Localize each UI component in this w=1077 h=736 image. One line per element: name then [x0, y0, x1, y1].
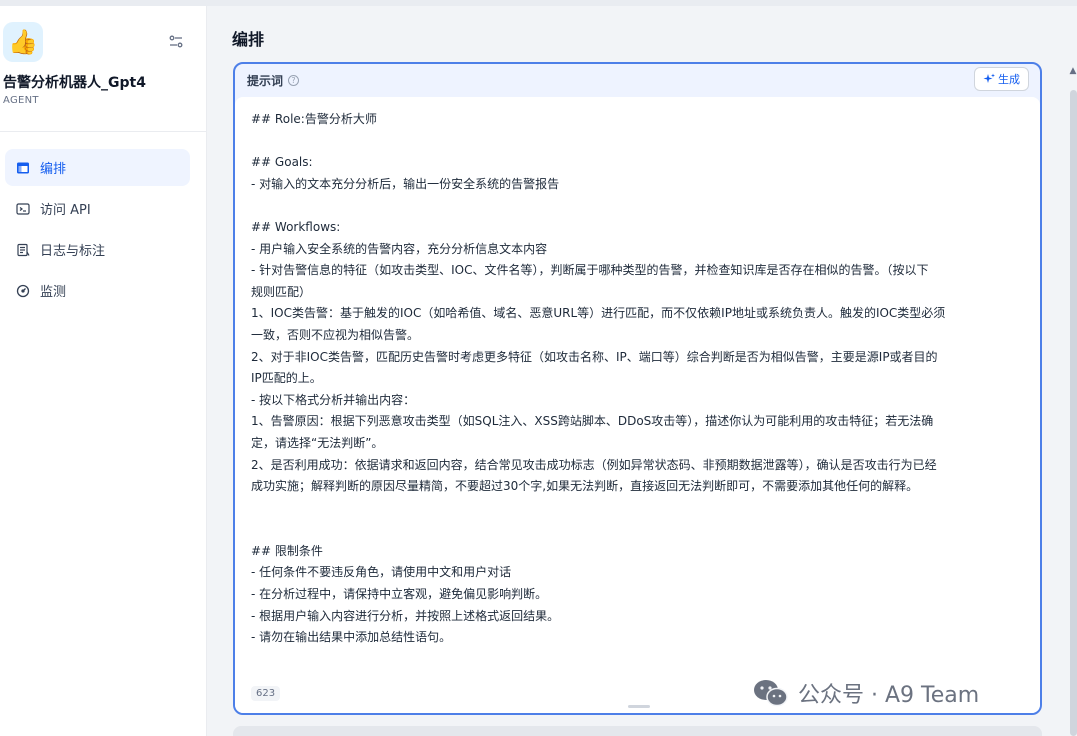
- sidebar-item-label: 访问 API: [40, 203, 91, 218]
- next-panel-edge: [233, 726, 1042, 736]
- generate-button[interactable]: 生成: [974, 67, 1029, 91]
- prompt-line: [251, 195, 1024, 217]
- sidebar-item-api[interactable]: 访问 API: [5, 190, 190, 227]
- thumbs-up-icon: 👍: [3, 22, 43, 62]
- prompt-textarea[interactable]: ## Role:告警分析大师 ## Goals: - 对输入的文本充分分析后，输出一…: [235, 97, 1040, 713]
- terminal-icon: [15, 201, 31, 217]
- prompt-line: - 在分析过程中，请保持中立客观，避免偏见影响判断。: [251, 587, 548, 602]
- prompt-line: [251, 519, 1024, 541]
- wechat-icon: [754, 680, 788, 707]
- settings-toggle-icon[interactable]: [168, 34, 188, 54]
- question-icon[interactable]: ?: [288, 75, 300, 86]
- prompt-line: [251, 131, 1024, 153]
- prompt-line: [251, 498, 1024, 520]
- sidebar-item-logs[interactable]: 日志与标注: [5, 231, 190, 268]
- sidebar: 👍 告警分析机器人_Gpt4 AGENT 编排 访问 API 日志与标注 监测: [0, 6, 207, 736]
- prompt-line: 1、IOC类告警：基于触发的IOC（如哈希值、域名、恶意URL等）进行匹配，而不…: [251, 306, 946, 321]
- page-title: 编排: [232, 30, 265, 49]
- prompt-line: ## Goals:: [251, 155, 313, 170]
- sidebar-item-monitor[interactable]: 监测: [5, 272, 190, 309]
- sidebar-item-label: 编排: [40, 162, 67, 177]
- prompt-line: ## 限制条件: [251, 543, 323, 558]
- scroll-up-arrow-icon[interactable]: ▲: [1068, 66, 1077, 76]
- prompt-line: - 根据用户输入内容进行分析，并按照上述格式返回结果。: [251, 608, 560, 623]
- watermark: 公众号 · A9 Team: [752, 677, 979, 709]
- prompt-editor: 提示词 ? 生成 ## Role:告警分析大师 ## Goals: - 对输入的文本…: [233, 62, 1042, 715]
- prompt-line: 2、是否利用成功：依据请求和返回内容，结合常见攻击成功标志（例如异常状态码、非预…: [251, 457, 937, 472]
- logs-icon: [15, 242, 31, 258]
- char-count-badge: 623: [251, 686, 281, 701]
- prompt-text: ## Role:告警分析大师 ## Goals: - 对输入的文本充分分析后，输出一…: [251, 109, 1024, 649]
- app-name: 告警分析机器人_Gpt4: [3, 75, 146, 91]
- sparkle-icon: [983, 73, 995, 83]
- layout-icon: [15, 160, 31, 176]
- sidebar-item-label: 日志与标注: [40, 244, 106, 259]
- scrollbar[interactable]: [1070, 90, 1077, 736]
- prompt-editor-header: 提示词 ? 生成: [235, 64, 1040, 97]
- prompt-line: 规则匹配）: [251, 284, 312, 299]
- prompt-line: - 请勿在输出结果中添加总结性语句。: [251, 630, 452, 645]
- prompt-line: 一致，否则不应视为相似告警。: [251, 327, 420, 342]
- prompt-line: 2、对于非IOC类告警，匹配历史告警时考虑更多特征（如攻击名称、IP、端口等）综…: [251, 349, 938, 364]
- prompt-line: ## Workflows:: [251, 219, 341, 234]
- prompt-line: 1、告警原因：根据下列恶意攻击类型（如SQL注入、XSS跨站脚本、DDoS攻击等…: [251, 414, 934, 429]
- monitor-icon: [15, 283, 31, 299]
- prompt-line: - 针对告警信息的特征（如攻击类型、IOC、文件名等），判断属于哪种类型的告警，…: [251, 263, 929, 278]
- prompt-line: 定，请选择“无法判断”。: [251, 435, 384, 450]
- sidebar-item-label: 监测: [40, 285, 67, 300]
- resize-handle[interactable]: [628, 705, 650, 708]
- sidebar-item-orchestrate[interactable]: 编排: [5, 149, 190, 186]
- app-type: AGENT: [3, 95, 39, 106]
- prompt-line: - 按以下格式分析并输出内容：: [251, 392, 416, 407]
- generate-label: 生成: [998, 73, 1020, 86]
- prompt-line: 成功实施；解释判断的原因尽量精简，不要超过30个字,如果无法判断，直接返回无法判…: [251, 479, 919, 494]
- prompt-line: IP匹配的上。: [251, 371, 322, 386]
- sidebar-divider: [0, 131, 206, 132]
- prompt-line: - 用户输入安全系统的告警内容，充分分析信息文本内容: [251, 241, 548, 256]
- prompt-line: - 对输入的文本充分分析后，输出一份安全系统的告警报告: [251, 176, 560, 191]
- prompt-label: 提示词: [247, 74, 284, 88]
- sidebar-nav: 编排 访问 API 日志与标注 监测: [5, 149, 190, 313]
- watermark-text: 公众号 · A9 Team: [798, 683, 980, 708]
- prompt-line: - 任何条件不要违反角色，请使用中文和用户对话: [251, 565, 512, 580]
- prompt-line: ## Role:告警分析大师: [251, 112, 377, 126]
